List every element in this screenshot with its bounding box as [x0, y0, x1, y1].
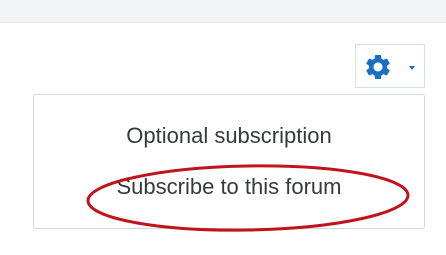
subscribe-to-forum-link[interactable]: Subscribe to this forum [34, 174, 424, 200]
page-header-strip [0, 0, 446, 23]
forum-settings-dropdown: Optional subscription Subscribe to this … [33, 94, 425, 229]
forum-settings-button[interactable] [355, 44, 425, 88]
gear-icon [366, 55, 390, 79]
optional-subscription-heading: Optional subscription [126, 123, 332, 148]
caret-down-icon [409, 66, 415, 70]
